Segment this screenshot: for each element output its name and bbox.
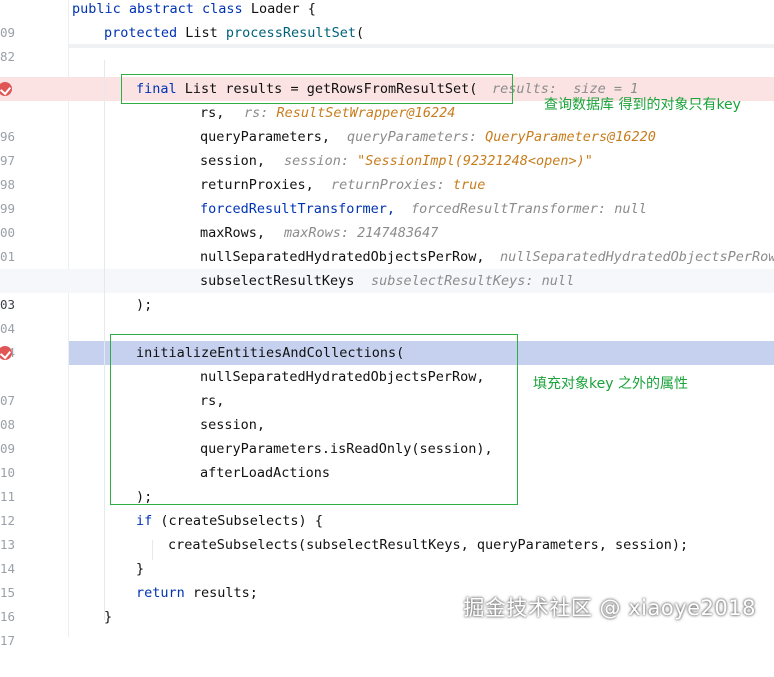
annotation-box-query [121, 74, 513, 104]
breakpoint-gutter[interactable] [0, 341, 20, 365]
folded-region-divider [69, 44, 774, 48]
code-text: return results; [136, 585, 258, 601]
watermark: 掘金技术社区 @ xiaoye2018 [463, 596, 756, 620]
annotation-note-query: 查询数据库 得到的对象只有key [544, 97, 741, 113]
code-line[interactable]: 82 protected List processResultSet( [0, 21, 774, 64]
code-text: public abstract class Loader { [72, 1, 316, 17]
code-line[interactable]: 02 nullSeparatedHydratedObjectsPerRow, n… [0, 245, 774, 288]
code-text: nullSeparatedHydratedObjectsPerRow, [200, 249, 485, 265]
inline-debug-value: queryParameters: QueryParameters@16220 [347, 129, 656, 145]
code-text: subselectResultKeys [200, 273, 355, 289]
annotation-box-initialize [110, 334, 518, 505]
inline-debug-value: nullSeparatedHydratedObjectsPerRow [500, 249, 774, 265]
indent-guide [152, 540, 153, 560]
code-text: if (createSubselects) { [136, 513, 323, 529]
line-number: 17 [0, 633, 15, 648]
code-text: maxRows, [200, 225, 266, 241]
code-line[interactable]: 15 } [0, 557, 774, 600]
current-code-line[interactable]: 03 subselectResultKeys subselectResultKe… [0, 269, 774, 312]
code-line[interactable]: 99 returnProxies, returnProxies: true [0, 173, 774, 216]
code-line[interactable]: 00 forcedResultTransformer, forcedResult… [0, 197, 774, 240]
code-line[interactable]: 09 public abstract class Loader { [0, 0, 774, 40]
inline-debug-value: forcedResultTransformer: null [411, 201, 647, 217]
code-text: } [104, 609, 113, 625]
code-text: ); [136, 297, 153, 313]
code-text: protected List processResultSet( [104, 25, 365, 41]
inline-debug-value: subselectResultKeys: null [371, 273, 575, 289]
code-text: } [136, 561, 145, 577]
code-line[interactable]: 14 createSubselects(subselectResultKeys,… [0, 533, 774, 576]
inline-debug-value: session: "SessionImpl(92321248<open>)" [284, 153, 593, 169]
inline-debug-value: maxRows: 2147483647 [284, 225, 439, 241]
code-text: forcedResultTransformer, [200, 201, 396, 217]
code-text: session, [200, 153, 266, 169]
code-text: returnProxies, [200, 177, 314, 193]
annotation-note-initialize: 填充对象key 之外的属性 [533, 376, 688, 392]
code-line[interactable]: 97 queryParameters, queryParameters: Que… [0, 125, 774, 168]
inline-debug-value: rs: ResultSetWrapper@16224 [244, 105, 456, 121]
indent-guide [104, 60, 105, 620]
code-line[interactable]: 01 maxRows, maxRows: 2147483647 [0, 221, 774, 264]
code-text: createSubselects(subselectResultKeys, qu… [168, 537, 689, 553]
breakpoint-icon[interactable] [0, 346, 12, 360]
code-line[interactable]: 13 if (createSubselects) { [0, 509, 774, 552]
code-text: rs, [200, 105, 225, 121]
code-text: queryParameters, [200, 129, 331, 145]
breakpoint-icon[interactable] [0, 82, 12, 96]
inline-debug-value: returnProxies: true [331, 177, 486, 193]
code-line[interactable]: 04 ); [0, 293, 774, 336]
code-line[interactable]: 98 session, session: "SessionImpl(923212… [0, 149, 774, 192]
